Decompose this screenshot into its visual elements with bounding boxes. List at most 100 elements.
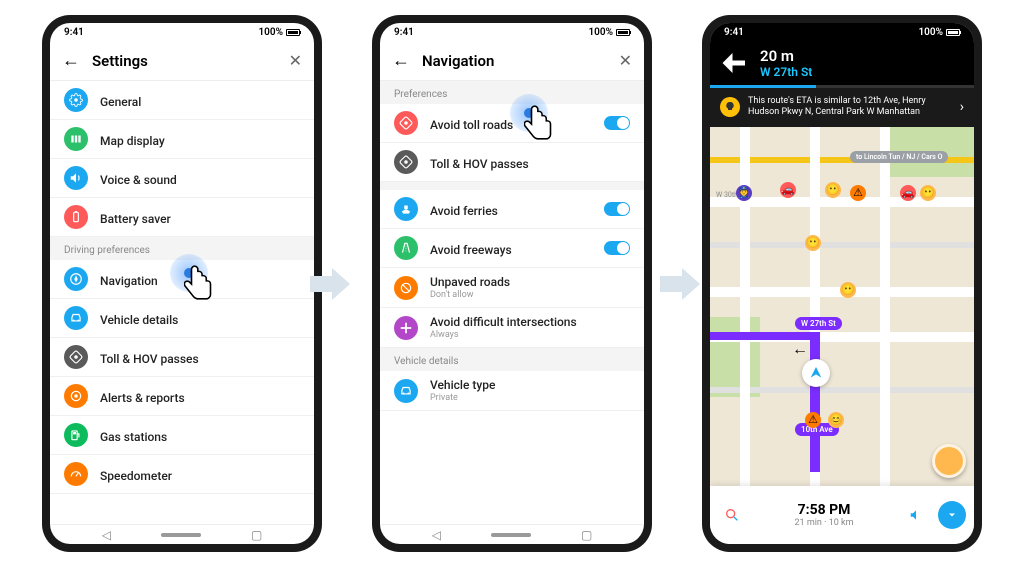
row-label: Avoid freeways — [430, 243, 512, 257]
map-alert-icon: 😶 — [825, 182, 841, 198]
street-label-main: W 27th St — [795, 317, 842, 330]
page-title: Navigation — [422, 52, 607, 70]
expand-icon[interactable] — [938, 501, 966, 529]
row-speedometer[interactable]: Speedometer — [50, 455, 314, 494]
nav-recent-icon[interactable]: ▢ — [581, 528, 592, 542]
row-vehicle-type[interactable]: Vehicle type Private — [380, 371, 644, 411]
sound-icon[interactable] — [902, 501, 930, 529]
row-sub: Always — [430, 330, 630, 340]
row-label: Navigation — [100, 274, 158, 288]
row-label: Speedometer — [100, 469, 172, 483]
row-label: Unpaved roads — [430, 275, 630, 289]
toggle-ferries[interactable] — [604, 202, 630, 216]
nav-back-icon[interactable]: ◁ — [102, 528, 111, 542]
close-icon[interactable]: ✕ — [289, 51, 302, 70]
row-label: Alerts & reports — [100, 391, 185, 405]
battery-icon — [946, 29, 960, 36]
arrival-time: 7:58 PM — [754, 502, 894, 518]
row-battery-saver[interactable]: Battery saver — [50, 198, 314, 237]
row-map-display[interactable]: Map display — [50, 120, 314, 159]
row-sub: Don't allow — [430, 290, 630, 300]
nav-recent-icon[interactable]: ▢ — [251, 528, 262, 542]
section-preferences: Preferences — [380, 81, 644, 104]
row-general[interactable]: General — [50, 81, 314, 120]
turn-street: W 27th St — [760, 65, 812, 79]
gas-icon — [64, 423, 88, 447]
speed-icon — [64, 462, 88, 486]
chevron-right-icon: › — [960, 99, 964, 115]
car-icon — [64, 306, 88, 330]
battery-icon — [286, 29, 300, 36]
row-label: Vehicle details — [100, 313, 178, 327]
row-avoid-tolls[interactable]: Avoid toll roads — [380, 104, 644, 143]
car-icon — [394, 379, 418, 403]
toll-icon — [64, 345, 88, 369]
hint-text: This route's ETA is similar to 12th Ave,… — [748, 96, 952, 119]
current-location-marker — [802, 359, 830, 387]
row-alerts[interactable]: Alerts & reports — [50, 377, 314, 416]
section-vehicle: Vehicle details — [380, 348, 644, 371]
back-icon[interactable]: ← — [392, 50, 410, 71]
status-time: 9:41 — [64, 27, 84, 38]
android-nav-bar: ◁ ▢ — [50, 524, 314, 544]
row-navigation[interactable]: Navigation — [50, 260, 314, 299]
map-canvas[interactable]: W 27th St 10th Ave to Lincoln Tun / NJ /… — [710, 127, 974, 545]
toggle-avoid-tolls[interactable] — [604, 116, 630, 130]
phone-settings: 9:41 100% ← Settings ✕ General Map displ… — [42, 15, 322, 552]
search-icon[interactable] — [718, 501, 746, 529]
row-toll-hov[interactable]: Toll & HOV passes — [50, 338, 314, 377]
status-bar: 9:41 100% — [710, 23, 974, 41]
row-label: Gas stations — [100, 430, 167, 444]
row-label: Map display — [100, 134, 165, 148]
direction-arrow-icon: ← — [792, 339, 808, 359]
row-label: Toll & HOV passes — [100, 352, 199, 366]
street-label-lincoln: to Lincoln Tun / NJ / Cars O — [850, 151, 948, 163]
status-battery: 100% — [258, 27, 283, 38]
route-hint[interactable]: This route's ETA is similar to 12th Ave,… — [710, 88, 974, 127]
status-time: 9:41 — [724, 27, 744, 38]
compass-icon — [64, 267, 88, 291]
status-bar: 9:41 100% — [380, 23, 644, 41]
android-nav-bar: ◁ ▢ — [380, 524, 644, 544]
close-icon[interactable]: ✕ — [619, 51, 632, 70]
map-alert-icon: ⚠ — [805, 412, 821, 428]
phone-map: 9:41 100% 20 m W 27th St This route's ET… — [702, 15, 982, 552]
settings-list: General Map display Voice & sound Batter… — [50, 81, 314, 524]
row-avoid-freeways[interactable]: Avoid freeways — [380, 229, 644, 268]
unpaved-icon — [394, 276, 418, 300]
row-gas[interactable]: Gas stations — [50, 416, 314, 455]
nav-home-icon[interactable] — [491, 533, 531, 537]
toll-icon — [394, 150, 418, 174]
back-icon[interactable]: ← — [62, 50, 80, 71]
app-bar-settings: ← Settings ✕ — [50, 41, 314, 81]
toggle-freeways[interactable] — [604, 241, 630, 255]
nav-home-icon[interactable] — [161, 533, 201, 537]
row-vehicle-details[interactable]: Vehicle details — [50, 299, 314, 338]
turn-distance: 20 m — [760, 47, 812, 65]
status-battery: 100% — [918, 27, 943, 38]
page-title: Settings — [92, 52, 277, 70]
row-voice-sound[interactable]: Voice & sound — [50, 159, 314, 198]
gear-icon — [64, 88, 88, 112]
section-driving-prefs: Driving preferences — [50, 237, 314, 260]
app-bar-navigation: ← Navigation ✕ — [380, 41, 644, 81]
freeway-icon — [394, 236, 418, 260]
map-alert-icon: 😶 — [805, 235, 821, 251]
report-fab[interactable] — [932, 444, 966, 478]
nav-back-icon[interactable]: ◁ — [432, 528, 441, 542]
map-alert-icon: 😊 — [828, 412, 844, 428]
row-label: Battery saver — [100, 212, 171, 226]
row-avoid-ferries[interactable]: Avoid ferries — [380, 190, 644, 229]
row-label: Toll & HOV passes — [430, 157, 529, 171]
row-label: General — [100, 95, 141, 109]
row-intersections[interactable]: Avoid difficult intersections Always — [380, 308, 644, 348]
map-alert-icon: 😶 — [840, 282, 856, 298]
row-unpaved[interactable]: Unpaved roads Don't allow — [380, 268, 644, 308]
row-toll-hov[interactable]: Toll & HOV passes — [380, 143, 644, 182]
row-sub: Private — [430, 393, 630, 403]
row-label: Avoid toll roads — [430, 118, 513, 132]
bottom-sheet[interactable]: 7:58 PM 21 min · 10 km — [710, 486, 974, 544]
bulb-icon — [720, 97, 740, 117]
row-label: Avoid ferries — [430, 204, 498, 218]
battery-icon — [616, 29, 630, 36]
